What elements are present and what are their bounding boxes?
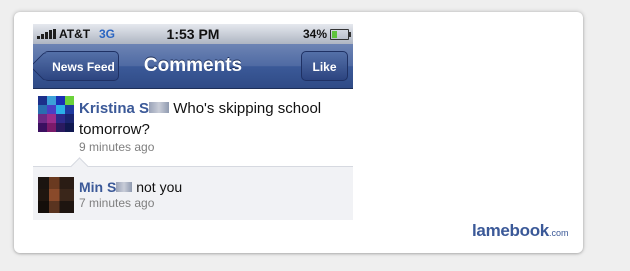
redacted-name-blur [149,102,170,113]
like-button[interactable]: Like [301,51,348,81]
redacted-name-blur [116,182,133,192]
timestamp: 9 minutes ago [79,140,155,154]
navigation-bar: News Feed Comments Like [33,44,353,89]
author-name[interactable]: Kristina S [79,100,149,117]
author-name[interactable]: Min S [79,179,116,195]
comment-text: Min S not you [79,177,347,198]
status-bar: AT&T 3G 1:53 PM 34% [33,24,353,44]
avatar[interactable] [38,96,74,132]
original-post: Kristina S Who's skipping school tomorro… [33,89,353,165]
logo-domain: .com [548,228,569,238]
timestamp: 7 minutes ago [79,196,155,210]
comment-item: Min S not you 7 minutes ago [33,157,353,220]
battery-level-fill [332,31,337,38]
logo-brand: lamebook [472,221,549,240]
post-text: Kristina S Who's skipping school tomorro… [79,98,347,140]
battery-percentage: 34% [302,27,327,41]
comment-body: not you [132,179,183,195]
iphone-screen: AT&T 3G 1:53 PM 34% News Feed Comments L… [33,24,353,220]
lamebook-logo: lamebook.com [472,221,568,241]
battery-icon [330,29,351,40]
avatar[interactable] [38,177,74,213]
